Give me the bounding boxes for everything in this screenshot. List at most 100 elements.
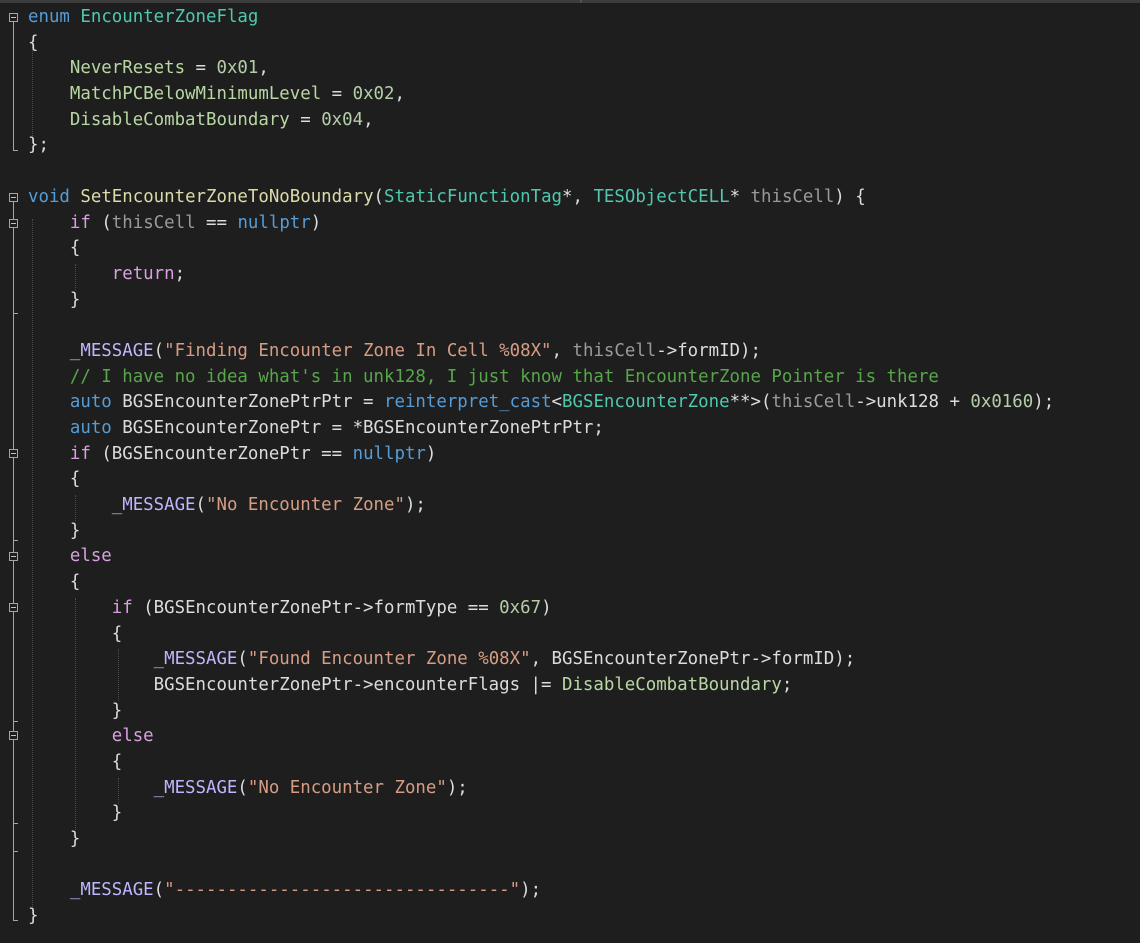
code-line[interactable]: };: [28, 133, 1140, 159]
code-token: =: [321, 84, 353, 105]
code-token: "Found Encounter Zone %08X": [247, 649, 531, 670]
code-token: // I have no idea what's in unk128, I ju…: [69, 366, 939, 387]
code-line[interactable]: {: [28, 467, 1140, 493]
code-line[interactable]: if (thisCell == nullptr): [28, 211, 1140, 237]
code-line[interactable]: _MESSAGE("No Encounter Zone");: [28, 493, 1140, 519]
code-token: thisCell: [750, 186, 835, 207]
code-line[interactable]: {: [28, 750, 1140, 776]
code-line[interactable]: _MESSAGE("Found Encounter Zone %08X", BG…: [28, 647, 1140, 673]
code-line[interactable]: [28, 159, 1140, 185]
code-token: }: [28, 803, 123, 824]
code-token: else: [111, 726, 154, 747]
code-line[interactable]: BGSEncounterZonePtr->encounterFlags |= D…: [28, 673, 1140, 699]
code-token: {: [28, 469, 81, 490]
code-line[interactable]: // I have no idea what's in unk128, I ju…: [28, 365, 1140, 391]
collapse-else-icon[interactable]: [9, 731, 18, 740]
code-line[interactable]: else: [28, 724, 1140, 750]
code-token: DisableCombatBoundary: [69, 109, 290, 130]
collapse-else-icon[interactable]: [9, 552, 18, 561]
code-token: MatchPCBelowMinimumLevel: [69, 84, 322, 105]
code-token: reinterpret_cast: [384, 392, 552, 413]
code-line[interactable]: _MESSAGE("No Encounter Zone");: [28, 776, 1140, 802]
code-token: *,: [562, 186, 594, 207]
code-line[interactable]: if (BGSEncounterZonePtr->formType == 0x6…: [28, 596, 1140, 622]
code-line[interactable]: _MESSAGE("Finding Encounter Zone In Cell…: [28, 339, 1140, 365]
code-line[interactable]: _MESSAGE("------------------------------…: [28, 878, 1140, 904]
code-token: (: [153, 340, 165, 361]
code-line[interactable]: return;: [28, 262, 1140, 288]
code-line[interactable]: {: [28, 570, 1140, 596]
code-token: nullptr: [352, 443, 426, 464]
code-token: (BGSEncounterZonePtr->formType ==: [132, 597, 500, 618]
code-token: **>(: [729, 392, 772, 413]
code-line[interactable]: [28, 853, 1140, 879]
code-token: _MESSAGE: [153, 649, 238, 670]
code-line[interactable]: [28, 313, 1140, 339]
code-token: void: [28, 186, 70, 207]
code-line[interactable]: MatchPCBelowMinimumLevel = 0x02,: [28, 82, 1140, 108]
editor-split-marker: [580, 0, 582, 3]
code-token: {: [28, 751, 123, 772]
code-line[interactable]: void SetEncounterZoneToNoBoundary(Static…: [28, 185, 1140, 211]
code-line[interactable]: auto BGSEncounterZonePtr = *BGSEncounter…: [28, 416, 1140, 442]
code-line[interactable]: }: [28, 699, 1140, 725]
code-token: ): [541, 597, 552, 618]
collapse-enum-icon[interactable]: [9, 13, 18, 22]
code-token: if: [111, 597, 133, 618]
code-token: (: [373, 186, 385, 207]
code-line[interactable]: else: [28, 544, 1140, 570]
code-line[interactable]: DisableCombatBoundary = 0x04,: [28, 108, 1140, 134]
code-token: StaticFunctionTag: [384, 186, 563, 207]
code-token: if: [69, 212, 91, 233]
code-line[interactable]: }: [28, 519, 1140, 545]
code-token: }: [28, 289, 81, 310]
code-token: return: [111, 263, 175, 284]
code-token: 0x67: [499, 597, 542, 618]
code-token: ->formID);: [656, 340, 761, 361]
code-token: );: [446, 777, 468, 798]
code-token: ;: [174, 263, 186, 284]
code-token: {: [28, 238, 81, 259]
collapse-function-icon[interactable]: [9, 193, 18, 202]
collapse-if-icon[interactable]: [9, 449, 18, 458]
code-line[interactable]: {: [28, 622, 1140, 648]
code-line[interactable]: }: [28, 904, 1140, 930]
code-line[interactable]: {: [28, 31, 1140, 57]
code-token: =: [185, 58, 217, 79]
code-token: );: [520, 880, 542, 901]
collapse-if-icon[interactable]: [9, 219, 18, 228]
code-line[interactable]: }: [28, 827, 1140, 853]
code-line[interactable]: }: [28, 288, 1140, 314]
code-token: thisCell: [771, 392, 856, 413]
code-line[interactable]: enum EncounterZoneFlag: [28, 5, 1140, 31]
collapse-if-icon[interactable]: [9, 603, 18, 612]
code-token: _MESSAGE: [69, 340, 154, 361]
code-editor[interactable]: enum EncounterZoneFlag{ NeverResets = 0x…: [0, 0, 1140, 940]
code-token: DisableCombatBoundary: [561, 674, 782, 695]
code-token: TESObjectCELL: [593, 186, 730, 207]
code-token: 0x04: [321, 109, 364, 130]
code-line[interactable]: NeverResets = 0x01,: [28, 56, 1140, 82]
code-token: , BGSEncounterZonePtr->formID);: [530, 649, 856, 670]
code-token: }: [28, 700, 123, 721]
code-line[interactable]: }: [28, 801, 1140, 827]
code-line[interactable]: auto BGSEncounterZonePtrPtr = reinterpre…: [28, 390, 1140, 416]
code-line[interactable]: {: [28, 236, 1140, 262]
code-lines[interactable]: enum EncounterZoneFlag{ NeverResets = 0x…: [28, 5, 1140, 930]
code-line[interactable]: if (BGSEncounterZonePtr == nullptr): [28, 442, 1140, 468]
code-token: else: [69, 546, 112, 567]
